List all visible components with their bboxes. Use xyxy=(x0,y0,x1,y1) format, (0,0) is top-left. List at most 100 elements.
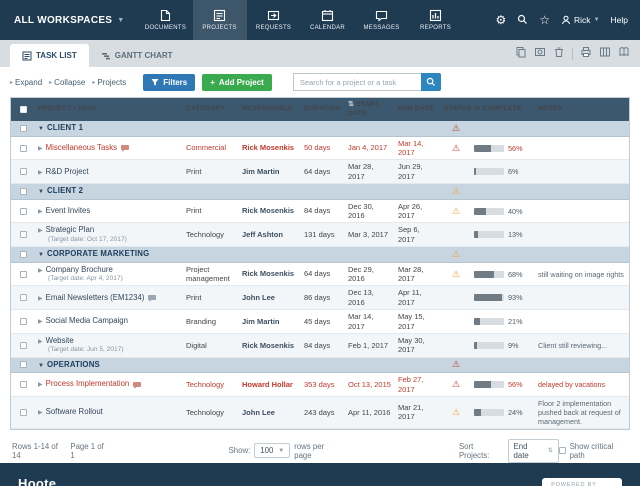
manual-icon[interactable] xyxy=(618,45,630,63)
search-icon[interactable] xyxy=(517,14,528,27)
rows-per-page-select[interactable]: 100▼ xyxy=(254,443,290,458)
add-project-button[interactable]: + Add Project xyxy=(202,74,272,91)
comment-icon[interactable] xyxy=(133,382,141,387)
star-icon[interactable]: ☆ xyxy=(539,14,550,26)
columns-icon[interactable] xyxy=(599,45,611,63)
row-checkbox[interactable] xyxy=(20,294,27,301)
row-checkbox[interactable] xyxy=(20,145,27,152)
col-complete[interactable]: % COMPLETE xyxy=(471,102,535,116)
task-name[interactable]: Website xyxy=(46,336,74,345)
progress-bar xyxy=(474,208,504,215)
task-name[interactable]: Company Brochure xyxy=(46,265,113,274)
snapshot-icon[interactable] xyxy=(534,45,546,63)
task-name[interactable]: Process Implementation xyxy=(46,379,130,388)
col-responsible[interactable]: RESPONSIBLE xyxy=(239,102,301,116)
expand-icon[interactable]: ▶ xyxy=(38,228,43,234)
row-checkbox[interactable] xyxy=(20,361,27,368)
group-name[interactable]: CORPORATE MARKETING xyxy=(47,249,149,258)
task-row: ▶Company Brochure(Target date: Apr 4, 20… xyxy=(11,263,629,287)
collapse-link[interactable]: ▸Collapse xyxy=(49,78,85,87)
col-status[interactable]: STATUS xyxy=(441,102,471,116)
category-cell: Print xyxy=(183,165,239,178)
task-name[interactable]: Social Media Campaign xyxy=(46,316,128,325)
col-project-task[interactable]: PROJECT / TASK xyxy=(35,102,183,116)
task-row: ▶Software RolloutTechnologyJohn Lee243 d… xyxy=(11,397,629,429)
row-checkbox[interactable] xyxy=(20,208,27,215)
task-name[interactable]: Software Rollout xyxy=(46,407,103,416)
sort-projects-select[interactable]: End date⇅ xyxy=(508,439,559,463)
row-checkbox[interactable] xyxy=(20,318,27,325)
col-notes[interactable]: NOTES xyxy=(535,102,629,116)
expand-icon[interactable]: ▶ xyxy=(38,339,43,345)
expand-icon[interactable]: ▶ xyxy=(38,146,43,152)
expand-icon[interactable]: ▶ xyxy=(38,268,43,274)
projects-link[interactable]: ▸Projects xyxy=(92,78,126,87)
nav-messages[interactable]: MESSAGES xyxy=(355,0,409,40)
tab-gantt-chart-label: GANTT CHART xyxy=(115,51,173,60)
row-checkbox[interactable] xyxy=(20,168,27,175)
trash-icon[interactable] xyxy=(553,45,565,63)
critical-path-toggle[interactable]: Show critical path xyxy=(559,442,628,460)
col-duration[interactable]: DURATION xyxy=(301,102,345,116)
expand-icon[interactable]: ▶ xyxy=(38,296,43,302)
nav-projects[interactable]: PROJECTS xyxy=(193,0,247,40)
tab-task-list[interactable]: TASK LIST xyxy=(10,44,89,67)
row-checkbox[interactable] xyxy=(20,381,27,388)
workspace-selector[interactable]: ALL WORKSPACES ▼ xyxy=(0,0,139,40)
nav-requests[interactable]: REQUESTS xyxy=(247,0,301,40)
critical-path-label: Show critical path xyxy=(570,442,628,460)
search-input[interactable] xyxy=(293,73,421,91)
notes-cell: Client still reviewing... xyxy=(535,339,629,352)
tab-gantt-chart[interactable]: GANTT CHART xyxy=(89,44,185,67)
row-checkbox[interactable] xyxy=(20,409,27,416)
requests-icon xyxy=(267,9,280,22)
nav-reports[interactable]: REPORTS xyxy=(409,0,463,40)
expand-icon[interactable]: ▶ xyxy=(38,382,43,388)
expand-icon[interactable]: ▶ xyxy=(38,410,43,416)
expand-icon[interactable]: ▶ xyxy=(38,170,43,176)
user-menu[interactable]: Rick ▼ xyxy=(561,15,599,25)
filters-button[interactable]: Filters xyxy=(143,74,195,91)
row-checkbox[interactable] xyxy=(20,231,27,238)
col-end-date[interactable]: END DATE xyxy=(395,102,441,116)
duplicate-icon[interactable] xyxy=(515,45,527,63)
task-row: ▶Miscellaneous TasksCommercialRick Mosen… xyxy=(11,137,629,161)
col-start-date[interactable]: ⇅START DATE xyxy=(345,98,395,121)
search-submit-button[interactable] xyxy=(421,73,441,91)
nav-calendar[interactable]: CALENDAR xyxy=(301,0,355,40)
nav-documents[interactable]: DOCUMENTS xyxy=(139,0,193,40)
collapse-icon[interactable]: ▼ xyxy=(38,252,44,258)
select-all-checkbox[interactable] xyxy=(20,106,27,113)
row-checkbox[interactable] xyxy=(20,342,27,349)
collapse-icon[interactable]: ▼ xyxy=(38,189,44,195)
group-name[interactable]: CLIENT 1 xyxy=(47,123,83,132)
task-name[interactable]: Miscellaneous Tasks xyxy=(46,143,117,152)
expand-icon[interactable]: ▶ xyxy=(38,209,43,215)
target-date: (Target date: Jun 5, 2017) xyxy=(38,346,180,354)
row-checkbox[interactable] xyxy=(20,271,27,278)
task-name[interactable]: R&D Project xyxy=(46,167,89,176)
comment-icon[interactable] xyxy=(121,145,129,150)
group-name[interactable]: CLIENT 2 xyxy=(47,186,83,195)
collapse-icon[interactable]: ▼ xyxy=(38,126,44,132)
collapse-icon[interactable]: ▼ xyxy=(38,363,44,369)
start-date-cell: Feb 1, 2017 xyxy=(345,339,395,352)
expand-icon[interactable]: ▶ xyxy=(38,319,43,325)
row-checkbox[interactable] xyxy=(20,188,27,195)
help-link[interactable]: Help xyxy=(611,15,628,25)
task-name[interactable]: Event Invites xyxy=(46,206,91,215)
powered-by-badge[interactable]: POWERED BY workzone xyxy=(542,478,622,486)
task-name[interactable]: Strategic Plan xyxy=(46,225,95,234)
comment-icon[interactable] xyxy=(148,295,156,300)
row-checkbox[interactable] xyxy=(20,125,27,132)
col-category[interactable]: CATEGORY xyxy=(183,102,239,116)
notes-cell xyxy=(535,296,629,300)
row-checkbox[interactable] xyxy=(20,251,27,258)
group-name[interactable]: OPERATIONS xyxy=(47,360,100,369)
critical-path-checkbox[interactable] xyxy=(559,447,566,454)
task-row: ▶Strategic Plan(Target date: Oct 17, 201… xyxy=(11,223,629,247)
expand-link[interactable]: ▸Expand xyxy=(10,78,42,87)
print-icon[interactable] xyxy=(580,45,592,63)
task-name[interactable]: Email Newsletters (EM1234) xyxy=(46,293,145,302)
settings-gear-icon[interactable]: ⚙ xyxy=(496,14,507,26)
